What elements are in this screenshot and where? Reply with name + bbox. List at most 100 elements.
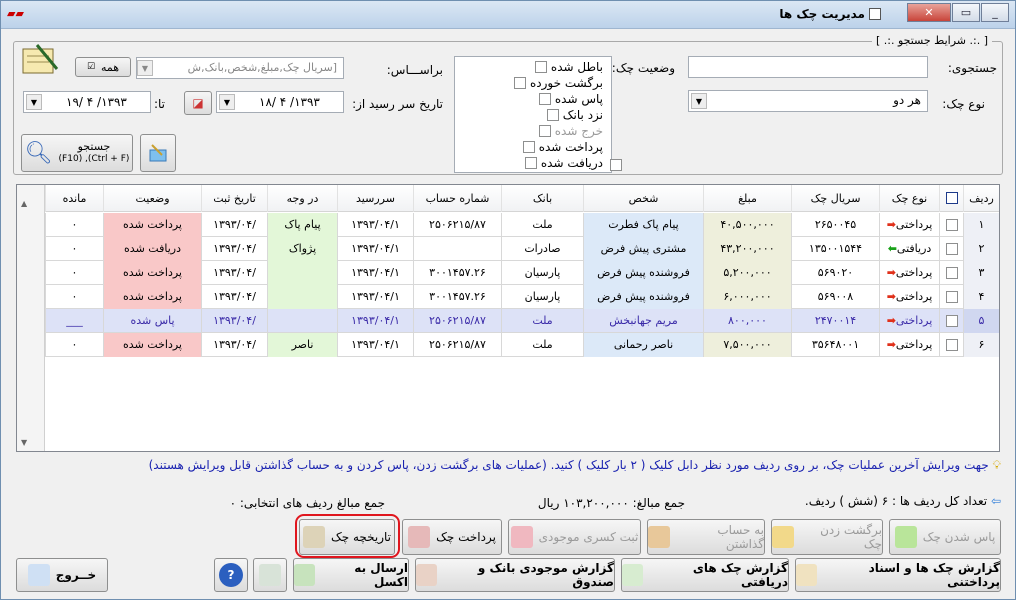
- row-checkbox[interactable]: [939, 285, 963, 309]
- cell-remain: ۰: [45, 333, 103, 357]
- row-checkbox[interactable]: [939, 333, 963, 357]
- col-check-type[interactable]: نوع چک: [879, 185, 939, 212]
- maximize-button[interactable]: ▭: [952, 3, 980, 22]
- cell-reg: /۱۳۹۳/۰۴: [201, 333, 267, 357]
- row-checkbox[interactable]: [939, 309, 963, 333]
- checkbox[interactable]: [945, 243, 958, 255]
- checkbox[interactable]: [538, 93, 551, 105]
- status-at-bank[interactable]: نزد بانک: [546, 107, 603, 123]
- table-row[interactable]: ۲ دریافتی⬅ ۱۳۵۰۰۱۵۴۴ ۴۳,۲۰۰,۰۰۰ مشتری پیش ف…: [17, 237, 999, 261]
- row-checkbox[interactable]: [939, 261, 963, 285]
- header-checkbox[interactable]: [939, 185, 963, 212]
- close-button[interactable]: ✕: [907, 3, 951, 22]
- checkbox[interactable]: [945, 219, 958, 231]
- cell-due: ۱۳۹۳/۰۴/۱: [337, 333, 413, 357]
- notepad-icon: [17, 39, 61, 79]
- cell-due: ۱۳۹۳/۰۴/۱: [337, 237, 413, 261]
- scroll-down-icon[interactable]: ▼: [21, 438, 27, 447]
- broom-icon: [149, 144, 167, 162]
- checkbox[interactable]: [546, 109, 559, 121]
- checkbox[interactable]: [522, 141, 535, 153]
- col-remain[interactable]: مانده: [45, 185, 103, 212]
- report-received-button[interactable]: گزارش چک های دریافتی: [621, 558, 789, 592]
- cell-serial: ۵۶۹۰۲۰: [791, 261, 879, 285]
- due-from-date[interactable]: ▼ ۱۳۹۳/ ۴ /۱۸: [216, 91, 344, 113]
- export-excel-button[interactable]: ارسال به اکسل: [293, 558, 409, 592]
- pass-check-button[interactable]: پاس شدن چک: [889, 519, 1001, 555]
- app-logo-icon: ▰▰: [7, 7, 24, 20]
- based-on-select[interactable]: ▼ [سریال چک,مبلغ,شخص,بانک,ش: [136, 57, 344, 79]
- checkbox[interactable]: [945, 267, 958, 279]
- checkbox[interactable]: [945, 291, 958, 303]
- cell-person: مریم جهانبخش: [583, 309, 703, 333]
- status-received[interactable]: دریافت شده: [524, 155, 603, 171]
- col-due[interactable]: سررسید: [337, 185, 413, 212]
- cell-status: پرداخت شده: [103, 213, 201, 237]
- cell-serial: ۱۳۵۰۰۱۵۴۴: [791, 237, 879, 261]
- checkbox[interactable]: [945, 339, 958, 351]
- checks-table[interactable]: ردیف نوع چک سریال چک مبلغ شخص بانک شماره…: [16, 184, 1000, 452]
- cell-due: ۱۳۹۳/۰۴/۱: [337, 309, 413, 333]
- calculator-button[interactable]: [253, 558, 287, 592]
- col-status[interactable]: وضعیت: [103, 185, 201, 212]
- help-button[interactable]: ?: [214, 558, 248, 592]
- select-all-status-checkbox[interactable]: [610, 159, 622, 171]
- lightbulb-icon: 💡︎: [992, 458, 1001, 472]
- clear-date-button[interactable]: ◪: [184, 91, 212, 115]
- check-type-select[interactable]: ▼ هر دو: [688, 90, 928, 112]
- cell-n: ۳: [963, 261, 999, 285]
- status-passed[interactable]: پاس شده: [538, 91, 603, 107]
- checkbox[interactable]: [945, 315, 958, 327]
- col-serial[interactable]: سریال چک: [791, 185, 879, 212]
- report-all-button[interactable]: گزارش چک ها و اسناد پرداختنی: [795, 558, 1001, 592]
- cell-reg: /۱۳۹۳/۰۴: [201, 285, 267, 309]
- col-bank[interactable]: بانک: [501, 185, 583, 212]
- scroll-up-icon[interactable]: ▲: [21, 199, 27, 208]
- cell-amount: ۴۰,۵۰۰,۰۰۰: [703, 213, 791, 237]
- status-cancelled[interactable]: باطل شده: [534, 59, 603, 75]
- minimize-button[interactable]: _: [981, 3, 1009, 22]
- status-label: وضعیت چک:: [611, 61, 675, 75]
- table-row[interactable]: ۱ پرداختی➡ ۲۶۵۰۰۴۵ ۴۰,۵۰۰,۰۰۰ پیام پاک فطرت…: [17, 213, 999, 237]
- vertical-scrollbar[interactable]: ▲ ▼: [17, 185, 45, 451]
- status-bounced[interactable]: برگشت خورده: [513, 75, 603, 91]
- cell-due: ۱۳۹۳/۰۴/۱: [337, 261, 413, 285]
- status-paid[interactable]: پرداخت شده: [522, 139, 603, 155]
- col-reg-date[interactable]: تاریخ ثبت: [201, 185, 267, 212]
- cell-payee: [267, 261, 337, 285]
- row-checkbox[interactable]: [939, 213, 963, 237]
- col-payee[interactable]: در وجه: [267, 185, 337, 212]
- deposit-button[interactable]: به حساب گذاشتن: [647, 519, 765, 555]
- cell-due: ۱۳۹۳/۰۴/۱: [337, 213, 413, 237]
- report-bank-button[interactable]: گزارش موجودی بانک و صندوق: [415, 558, 615, 592]
- checklist-icon: ☑: [86, 62, 96, 72]
- chevron-down-icon: ▼: [219, 94, 235, 110]
- check-type-label: نوع چک:: [942, 97, 985, 111]
- checkbox[interactable]: [534, 61, 547, 73]
- cell-remain: ۰: [45, 213, 103, 237]
- table-row[interactable]: ۶ پرداختی➡ ۳۵۶۴۸۰۰۱ ۷,۵۰۰,۰۰۰ ناصر رحمانی مل…: [17, 333, 999, 357]
- col-person[interactable]: شخص: [583, 185, 703, 212]
- cell-type: پرداختی➡: [879, 285, 939, 309]
- pay-check-button[interactable]: پرداخت چک: [402, 519, 502, 555]
- col-amount[interactable]: مبلغ: [703, 185, 791, 212]
- col-account[interactable]: شماره حساب: [413, 185, 501, 212]
- due-to-date[interactable]: ▼ ۱۳۹۳/ ۴ /۱۹: [23, 91, 151, 113]
- col-index[interactable]: ردیف: [963, 185, 999, 212]
- report-icon: [796, 564, 817, 586]
- cell-bank: ملت: [501, 309, 583, 333]
- table-row[interactable]: ۳ پرداختی➡ ۵۶۹۰۲۰ ۵,۲۰۰,۰۰۰ فروشنده پیش فرض…: [17, 261, 999, 285]
- search-button[interactable]: جستجو (Ctrl + F), (F10) 🔍︎: [21, 134, 133, 172]
- checkbox[interactable]: [945, 192, 958, 204]
- table-row[interactable]: ۴ پرداختی➡ ۵۶۹۰۰۸ ۶,۰۰۰,۰۰۰ فروشنده پیش فرض…: [17, 285, 999, 309]
- record-deficit-button[interactable]: ثبت کسری موجودی: [508, 519, 641, 555]
- search-input[interactable]: [688, 56, 928, 78]
- checkbox[interactable]: [513, 77, 526, 89]
- all-button[interactable]: همه ☑: [75, 57, 131, 77]
- checkbox[interactable]: [524, 157, 537, 169]
- clear-filter-button[interactable]: [140, 134, 176, 172]
- exit-button[interactable]: خــروج: [16, 558, 108, 592]
- bounce-check-button[interactable]: برگشت زدن چک: [771, 519, 883, 555]
- row-checkbox[interactable]: [939, 237, 963, 261]
- table-row[interactable]: ۵ پرداختی➡ ۲۴۷۰۰۱۴ ۸۰۰,۰۰۰ مریم جهانبخش ملت ۲…: [17, 309, 999, 333]
